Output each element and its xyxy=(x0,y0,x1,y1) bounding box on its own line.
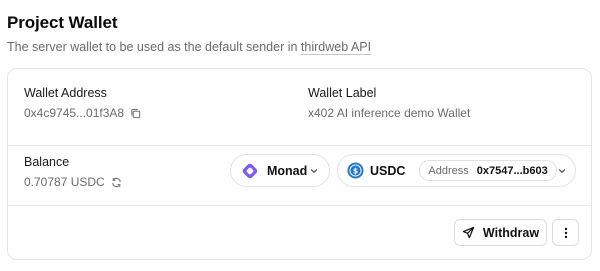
wallet-address-row: 0x4c9745...01f3A8 xyxy=(24,106,141,120)
token-address-key: Address xyxy=(428,164,469,177)
svg-text:$: $ xyxy=(353,166,358,175)
chain-selected-label: Monad xyxy=(267,163,308,178)
more-options-button[interactable] xyxy=(552,219,579,246)
project-wallet-panel: Project Wallet The server wallet to be u… xyxy=(0,0,600,271)
copy-icon[interactable] xyxy=(130,108,141,119)
wallet-label-value: x402 AI inference demo Wallet xyxy=(308,106,471,120)
usdc-icon: $ xyxy=(347,162,364,179)
wallet-address-label: Wallet Address xyxy=(24,86,107,100)
withdraw-button[interactable]: Withdraw xyxy=(454,219,547,246)
thirdweb-api-link[interactable]: thirdweb API xyxy=(301,40,371,54)
actions-section: Withdraw xyxy=(8,206,591,260)
more-vertical-icon xyxy=(564,227,568,239)
send-icon xyxy=(462,226,475,239)
page-subtitle: The server wallet to be used as the defa… xyxy=(7,40,371,54)
balance-value: 0.70787 USDC xyxy=(24,175,105,189)
balance-row: 0.70787 USDC xyxy=(24,175,122,189)
token-address-value: 0x7547...b603 xyxy=(476,164,548,177)
chevron-down-icon xyxy=(309,166,319,176)
monad-icon xyxy=(241,162,259,180)
chevron-down-icon xyxy=(557,166,567,176)
withdraw-label: Withdraw xyxy=(482,225,540,240)
balance-section: Balance 0.70787 USDC Monad $ USDC Addres… xyxy=(8,146,591,206)
wallet-info-section: Wallet Address 0x4c9745...01f3A8 Wallet … xyxy=(8,69,591,146)
wallet-label-label: Wallet Label xyxy=(308,86,377,100)
refresh-icon[interactable] xyxy=(111,177,122,188)
balance-label: Balance xyxy=(24,155,70,169)
chain-selector[interactable]: Monad xyxy=(230,154,330,187)
page-title: Project Wallet xyxy=(7,13,118,32)
wallet-address-value: 0x4c9745...01f3A8 xyxy=(24,106,125,120)
token-address-chip: Address 0x7547...b603 xyxy=(419,160,557,181)
token-selector[interactable]: $ USDC Address 0x7547...b603 xyxy=(337,154,576,187)
token-selected-label: USDC xyxy=(370,163,406,178)
subtitle-text: The server wallet to be used as the defa… xyxy=(7,40,301,54)
wallet-card: Wallet Address 0x4c9745...01f3A8 Wallet … xyxy=(7,68,592,260)
